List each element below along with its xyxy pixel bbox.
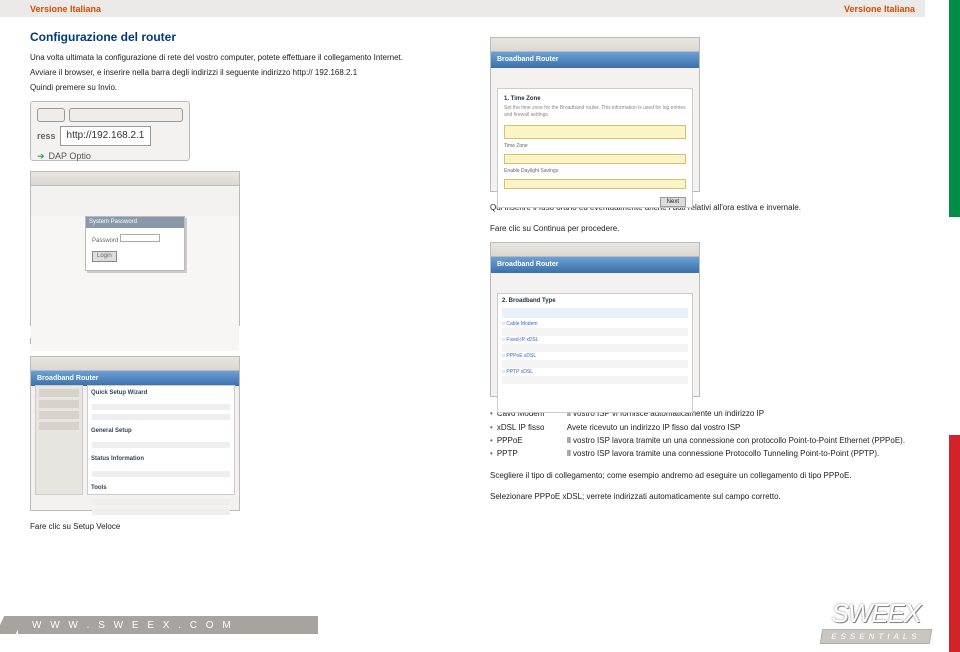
left-column: Configurazione del router Una volta ulti… bbox=[30, 29, 460, 536]
header-right: Versione Italiana bbox=[844, 4, 915, 14]
page-title: Configurazione del router bbox=[30, 29, 460, 46]
bt-heading: 2. Broadband Type bbox=[502, 298, 688, 305]
address-label: ress bbox=[37, 130, 56, 143]
connection-type-list: Cavo ModemIl vostro ISP vi fornisce auto… bbox=[490, 407, 920, 460]
brand-name: SWEEX bbox=[821, 598, 931, 629]
intro-p2: Avviare il browser, e inserire nella bar… bbox=[30, 67, 460, 78]
banner-broadband-2: Broadband Router bbox=[491, 52, 699, 68]
choose-caption: Scegliere il tipo di collegamento; come … bbox=[490, 470, 920, 481]
address-value: http://192.168.2.1 bbox=[60, 126, 152, 146]
screenshot-broadband-type: Broadband Router 2. Broadband Type ○ Cab… bbox=[490, 242, 700, 397]
go-icon: ➔ bbox=[37, 150, 45, 163]
toolbar-hint: DAP Optio bbox=[49, 150, 91, 163]
brand-logo: SWEEX ESSENTIALS bbox=[821, 598, 931, 644]
intro-p1: Una volta ultimata la configurazione di … bbox=[30, 52, 460, 63]
screenshot-timezone: Broadband Router 1. Time Zone Set the ti… bbox=[490, 37, 700, 192]
setup-caption: Fare clic su Setup Veloce bbox=[30, 521, 460, 532]
italy-flag-strip bbox=[949, 0, 960, 652]
header-bar: Versione Italiana Versione Italiana bbox=[0, 0, 925, 17]
intro-p3: Quindi premere su Invio. bbox=[30, 82, 460, 93]
list-item: PPPoEIl vostro ISP lavora tramite un una… bbox=[490, 434, 920, 447]
screenshot-setup-wizard: Broadband Router Quick Setup Wizard Gene… bbox=[30, 356, 240, 511]
list-item: xDSL IP fissoAvete ricevuto un indirizzo… bbox=[490, 421, 920, 434]
tz-heading: 1. Time Zone bbox=[504, 95, 686, 103]
tz-continue: Fare clic su Continua per procedere. bbox=[490, 223, 920, 234]
back-icon bbox=[37, 108, 65, 122]
brand-tagline: ESSENTIALS bbox=[820, 629, 933, 644]
screenshot-login: System Password Password Login bbox=[30, 171, 240, 326]
footer-url: W W W . S W E E X . C O M bbox=[18, 616, 318, 634]
list-item: PPTPIl vostro ISP lavora tramite una con… bbox=[490, 447, 920, 460]
right-column: Broadband Router 1. Time Zone Set the ti… bbox=[490, 29, 920, 536]
header-left: Versione Italiana bbox=[30, 4, 101, 14]
footer: W W W . S W E E X . C O M SWEEX ESSENTIA… bbox=[0, 592, 949, 652]
banner-broadband-3: Broadband Router bbox=[491, 257, 699, 273]
screenshot-address-bar: ress http://192.168.2.1 ➔ DAP Optio bbox=[30, 101, 190, 161]
select-pppoe-caption: Selezionare PPPoE xDSL; verrete indirizz… bbox=[490, 491, 920, 502]
